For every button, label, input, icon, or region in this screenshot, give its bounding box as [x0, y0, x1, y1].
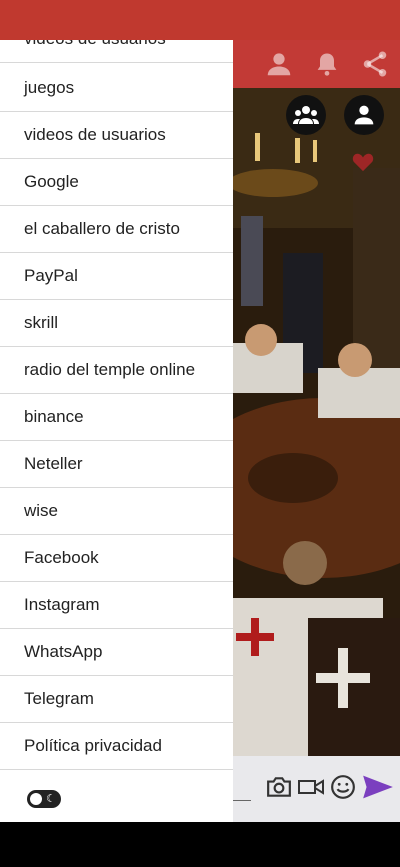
menu-item-facebook[interactable]: Facebook — [0, 535, 233, 582]
menu-item-label: Facebook — [24, 548, 99, 567]
navigation-bar-area — [0, 822, 400, 867]
video-icon[interactable] — [298, 776, 324, 803]
account-circle-icon[interactable] — [344, 95, 384, 135]
menu-item-google[interactable]: Google — [0, 159, 233, 206]
menu-item-label: juegos — [24, 78, 75, 97]
menu-item-label: radio del temple online — [24, 360, 196, 379]
menu-item-skrill[interactable]: skrill — [0, 300, 233, 347]
menu-item-el-caballero-de-cristo[interactable]: el caballero de cristo — [0, 206, 233, 253]
menu-item-instagram[interactable]: Instagram — [0, 582, 233, 629]
heart-icon[interactable] — [352, 152, 374, 177]
share-icon[interactable] — [358, 47, 392, 81]
navigation-drawer: videos de usuarios juegos videos de usua… — [0, 40, 233, 822]
background-image — [233, 88, 400, 756]
menu-item-videos-de-usuarios[interactable]: videos de usuarios — [0, 112, 233, 159]
status-bar — [0, 0, 400, 40]
bell-icon[interactable] — [310, 47, 344, 81]
menu-item-label: binance — [24, 407, 84, 426]
menu-item-label: Instagram — [24, 595, 100, 614]
person-icon[interactable] — [262, 47, 296, 81]
menu-item-videos-de-usuarios-top[interactable]: videos de usuarios — [0, 40, 233, 63]
menu-item-neteller[interactable]: Neteller — [0, 441, 233, 488]
menu-item-telegram[interactable]: Telegram — [0, 676, 233, 723]
camera-icon[interactable] — [266, 775, 292, 804]
menu-item-label: PayPal — [24, 266, 78, 285]
menu-item-label: videos de usuarios — [24, 40, 166, 49]
emoji-icon[interactable] — [330, 774, 356, 805]
menu-item-label: Neteller — [24, 454, 83, 473]
menu-item-whatsapp[interactable]: WhatsApp — [0, 629, 233, 676]
group-icon[interactable] — [286, 95, 326, 135]
menu-item-label: Política privacidad — [24, 736, 162, 755]
app-toolbar — [233, 40, 400, 88]
menu-item-label: skrill — [24, 313, 58, 332]
menu-item-label: wise — [24, 501, 59, 520]
menu-item-label: Telegram — [24, 689, 94, 708]
toggle-knob — [30, 792, 42, 805]
menu-item-label: videos de usuarios — [24, 125, 166, 144]
dark-mode-row: ☾ — [0, 775, 233, 822]
menu-item-label: el caballero de cristo — [24, 219, 180, 238]
menu-item-politica-privacidad[interactable]: Política privacidad — [0, 723, 233, 770]
menu-item-label: WhatsApp — [24, 642, 103, 661]
menu-item-radio-del-temple-online[interactable]: radio del temple online — [0, 347, 233, 394]
menu-item-wise[interactable]: wise — [0, 488, 233, 535]
input-underline — [233, 800, 251, 801]
moon-icon: ☾ — [46, 792, 56, 805]
dark-mode-toggle[interactable]: ☾ — [27, 789, 61, 808]
menu-item-paypal[interactable]: PayPal — [0, 253, 233, 300]
message-input-bar — [233, 756, 400, 822]
overlay-icons — [286, 95, 384, 135]
menu-item-binance[interactable]: binance — [0, 394, 233, 441]
menu-item-label: Google — [24, 172, 79, 191]
send-icon[interactable] — [362, 773, 394, 806]
menu-item-juegos[interactable]: juegos — [0, 65, 233, 112]
